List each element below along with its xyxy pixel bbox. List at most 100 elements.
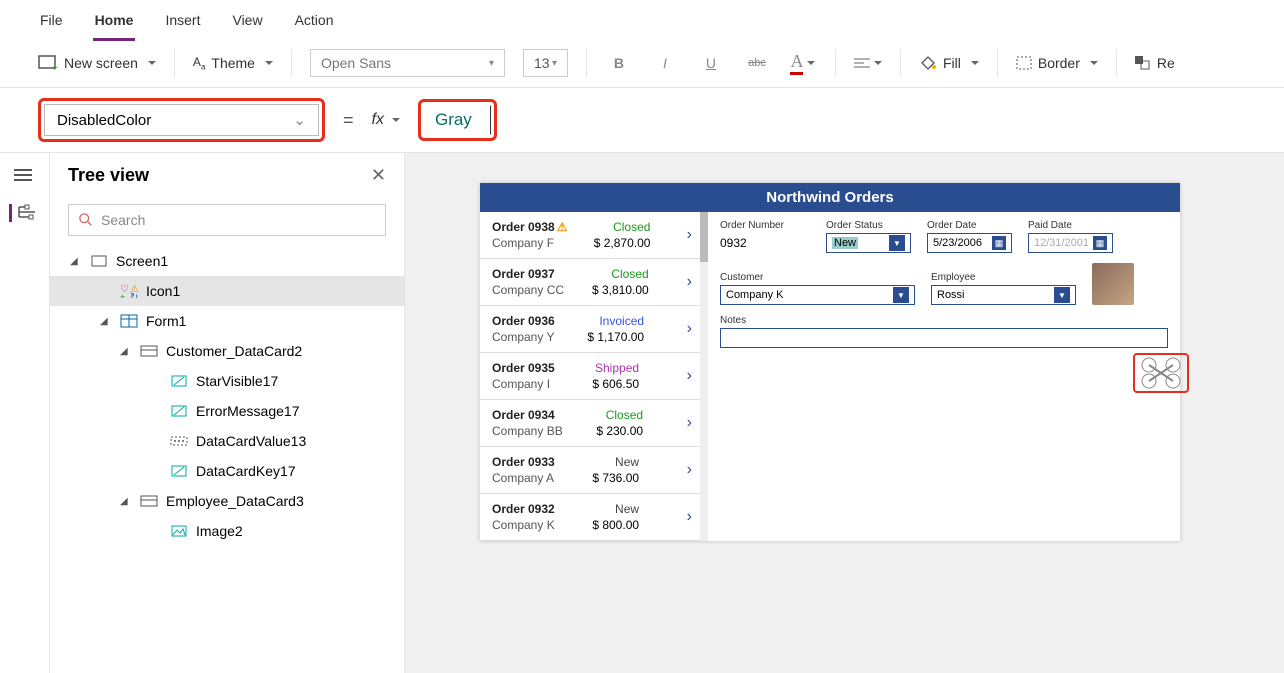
separator [900, 49, 901, 77]
menu-file[interactable]: File [38, 8, 65, 41]
group-icon: ♡⚠+↻ [120, 284, 138, 298]
search-input[interactable]: Search [68, 204, 386, 236]
tree-item-datacardvalue[interactable]: DataCardValue13 [50, 426, 404, 456]
tree-item-label: DataCardValue13 [196, 433, 306, 449]
formula-input[interactable]: Gray [424, 105, 491, 135]
order-row[interactable]: Order 0932Company KNew$ 800.00› [480, 494, 700, 541]
order-row[interactable]: Order 0936Company YInvoiced$ 1,170.00› [480, 306, 700, 353]
tree-view-title: Tree view [68, 165, 149, 186]
tree-view-panel: Tree view ✕ Search ◢ Screen1 ♡⚠+↻ Icon1 … [50, 153, 405, 673]
close-icon[interactable]: ✕ [371, 165, 386, 186]
theme-button[interactable]: Aa Theme [193, 55, 273, 71]
order-row[interactable]: Order 0937Company CCClosed$ 3,810.00› [480, 259, 700, 306]
paint-bucket-icon [919, 55, 937, 71]
underline-icon: U [706, 55, 716, 71]
chevron-down-icon: ▼ [889, 235, 905, 251]
paid-date-picker[interactable]: 12/31/2001▦ [1028, 233, 1113, 253]
separator [835, 49, 836, 77]
search-icon [79, 213, 93, 227]
reorder-icon [1135, 56, 1151, 70]
order-amount: $ 230.00 [596, 424, 643, 438]
font-selector[interactable]: Open Sans ▾ [310, 49, 505, 77]
order-status: Invoiced [599, 314, 644, 328]
tree-body[interactable]: ◢ Screen1 ♡⚠+↻ Icon1 ◢ Form1 ◢ Customer_… [50, 246, 404, 673]
expander-icon[interactable]: ◢ [120, 346, 132, 357]
chevron-right-icon[interactable]: › [687, 226, 692, 244]
fill-button[interactable]: Fill [919, 55, 979, 71]
menu-insert[interactable]: Insert [163, 8, 202, 41]
bold-icon: B [614, 55, 624, 71]
chevron-right-icon[interactable]: › [687, 320, 692, 338]
tree-item-customer-datacard[interactable]: ◢ Customer_DataCard2 [50, 336, 404, 366]
italic-button[interactable]: I [651, 51, 679, 75]
selected-icon-preview[interactable] [1135, 355, 1187, 391]
notes-input[interactable] [720, 328, 1168, 348]
expander-icon[interactable]: ◢ [100, 316, 112, 327]
expander-icon[interactable]: ◢ [70, 256, 82, 267]
order-date-picker[interactable]: 5/23/2006▦ [927, 233, 1012, 253]
tree-item-screen1[interactable]: ◢ Screen1 [50, 246, 404, 276]
tree-item-errormessage[interactable]: ErrorMessage17 [50, 396, 404, 426]
employee-avatar [1092, 263, 1134, 305]
order-row[interactable]: Order 0933Company ANew$ 736.00› [480, 447, 700, 494]
company-name: Company A [492, 471, 555, 485]
font-size-selector[interactable]: 13 ▾ [523, 49, 568, 77]
scrollbar-thumb[interactable] [700, 212, 708, 262]
order-number: Order 0935 [492, 361, 555, 375]
chevron-right-icon[interactable]: › [687, 461, 692, 479]
app-title: Northwind Orders [480, 183, 1180, 212]
order-list[interactable]: Order 0938⚠Company FClosed$ 2,870.00›Ord… [480, 212, 700, 541]
tree-item-datacardkey[interactable]: DataCardKey17 [50, 456, 404, 486]
tree-item-starvisible[interactable]: StarVisible17 [50, 366, 404, 396]
order-row[interactable]: Order 0935Company IShipped$ 606.50› [480, 353, 700, 400]
underline-button[interactable]: U [697, 51, 725, 75]
tree-item-icon1[interactable]: ♡⚠+↻ Icon1 [50, 276, 404, 306]
tree-item-form1[interactable]: ◢ Form1 [50, 306, 404, 336]
property-selector-highlight: DisabledColor ⌄ [38, 98, 325, 142]
new-screen-button[interactable]: + New screen [38, 55, 156, 71]
tree-item-image2[interactable]: Image2 [50, 516, 404, 546]
property-selector[interactable]: DisabledColor ⌄ [44, 104, 319, 136]
input-icon [170, 434, 188, 448]
menu-view[interactable]: View [230, 8, 264, 41]
align-button[interactable] [854, 51, 882, 75]
svg-text:↻: ↻ [130, 292, 138, 298]
reorder-button[interactable]: Re [1135, 55, 1175, 71]
tree-item-label: ErrorMessage17 [196, 403, 300, 419]
chevron-right-icon[interactable]: › [687, 508, 692, 526]
form-icon [120, 314, 138, 328]
chevron-right-icon[interactable]: › [687, 414, 692, 432]
font-color-button[interactable]: A [789, 51, 817, 75]
app-preview[interactable]: Northwind Orders Order 0938⚠Company FClo… [480, 183, 1180, 541]
order-amount: $ 736.00 [592, 471, 639, 485]
order-number: Order 0936 [492, 314, 555, 328]
employee-dropdown[interactable]: Rossi▼ [931, 285, 1076, 305]
order-row[interactable]: Order 0934Company BBClosed$ 230.00› [480, 400, 700, 447]
order-row[interactable]: Order 0938⚠Company FClosed$ 2,870.00› [480, 212, 700, 259]
chevron-right-icon[interactable]: › [687, 367, 692, 385]
border-button[interactable]: Border [1016, 55, 1098, 71]
customer-label: Customer [720, 272, 915, 283]
order-status-dropdown[interactable]: New▼ [826, 233, 911, 253]
card-icon [140, 344, 158, 358]
canvas[interactable]: Northwind Orders Order 0938⚠Company FClo… [405, 153, 1284, 673]
order-number: Order 0933 [492, 455, 555, 469]
warning-icon: ⚠ [557, 220, 568, 234]
menu-bar: File Home Insert View Action [0, 0, 1284, 41]
strike-button[interactable]: abc [743, 51, 771, 75]
tree-view-icon[interactable] [9, 204, 31, 222]
tree-item-employee-datacard[interactable]: ◢ Employee_DataCard3 [50, 486, 404, 516]
order-amount: $ 2,870.00 [594, 236, 651, 250]
hamburger-icon[interactable] [14, 168, 36, 186]
menu-home[interactable]: Home [93, 8, 136, 41]
svg-text:+: + [52, 63, 58, 71]
separator [997, 49, 998, 77]
chevron-down-icon: ▼ [1054, 287, 1070, 303]
scrollbar[interactable] [700, 212, 708, 541]
expander-icon[interactable]: ◢ [120, 496, 132, 507]
fx-button[interactable]: fx [372, 111, 400, 129]
chevron-right-icon[interactable]: › [687, 273, 692, 291]
bold-button[interactable]: B [605, 51, 633, 75]
customer-dropdown[interactable]: Company K▼ [720, 285, 915, 305]
menu-action[interactable]: Action [293, 8, 336, 41]
